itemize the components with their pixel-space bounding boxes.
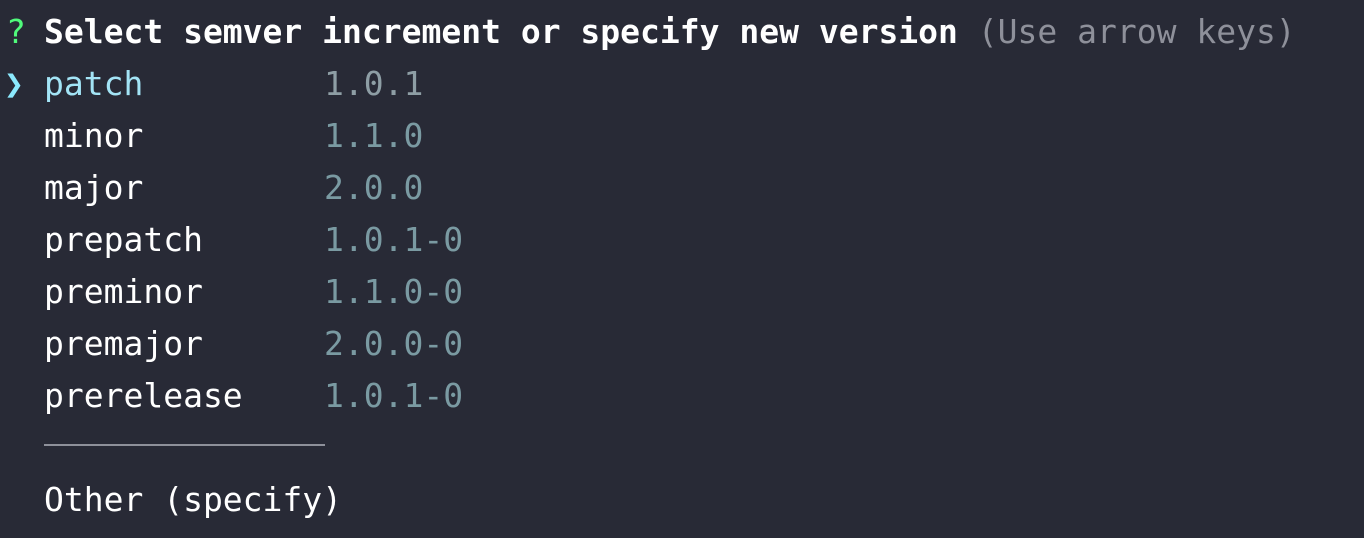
choice-major[interactable]: major 2.0.0 [0,162,1364,214]
prompt-question: Select semver increment or specify new v… [44,6,1296,58]
choice-version: 1.1.0-0 [324,272,464,311]
choice-version: 1.0.1-0 [324,220,464,259]
question-mark-icon: ? [6,12,26,51]
choice-version: 2.0.0 [324,168,424,207]
choice-premajor[interactable]: premajor 2.0.0-0 [0,318,1364,370]
prompt-hint: (Use arrow keys) [977,12,1296,51]
choice-prepatch[interactable]: prepatch 1.0.1-0 [0,214,1364,266]
choice-version: 1.0.1-0 [324,376,464,415]
choice-name: major [44,168,144,207]
choice-name: preminor [44,272,203,311]
choice-name: premajor [44,324,203,363]
separator [44,444,325,446]
choice-preminor[interactable]: preminor 1.1.0-0 [0,266,1364,318]
choice-minor[interactable]: minor 1.1.0 [0,110,1364,162]
pointer-icon: ❯ [4,64,24,103]
choice-name: minor [44,116,144,155]
choice-prerelease[interactable]: prerelease 1.0.1-0 [0,370,1364,422]
choice-name: Other (specify) [44,480,343,519]
prompt-question-text: Select semver increment or specify new v… [44,12,958,51]
choice-name: patch [44,64,144,103]
terminal-window: ? Select semver increment or specify new… [0,0,1364,538]
choice-name: prepatch [44,220,203,259]
choice-version: 1.1.0 [324,116,424,155]
prompt-line: ? Select semver increment or specify new… [0,6,1364,58]
choice-other[interactable]: Other (specify) [0,474,1364,526]
choice-patch[interactable]: ❯ patch 1.0.1 [0,58,1364,110]
separator-row [0,422,1364,474]
choice-version: 2.0.0-0 [324,324,464,363]
choice-name: prerelease [44,376,243,415]
choice-version: 1.0.1 [324,64,424,103]
